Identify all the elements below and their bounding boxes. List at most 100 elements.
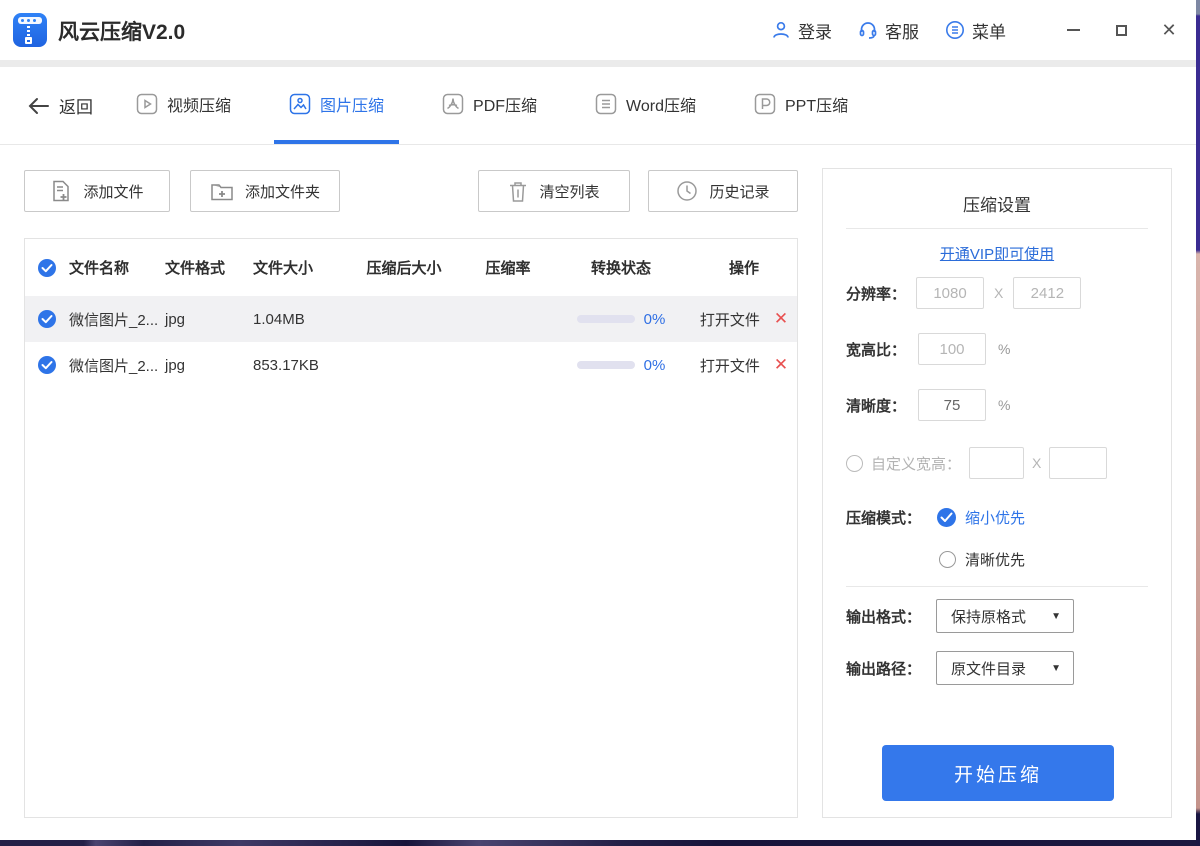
- file-name: 微信图片_2...: [69, 309, 165, 330]
- row-checkbox[interactable]: [37, 309, 57, 329]
- pdf-icon: [442, 93, 464, 115]
- customer-service-button[interactable]: 客服: [858, 18, 919, 43]
- add-folder-button[interactable]: 添加文件夹: [190, 170, 340, 212]
- compression-settings-panel: 压缩设置 开通VIP即可使用 分辨率： X 宽高比： % 清晰度： % 自定义宽…: [822, 168, 1172, 818]
- table-header-row: 文件名称 文件格式 文件大小 压缩后大小 压缩率 转换状态 操作: [25, 239, 797, 296]
- custom-width-input[interactable]: [969, 447, 1024, 479]
- tab-video-compress[interactable]: 视频压缩: [121, 67, 246, 144]
- output-path-label: 输出路径：: [846, 658, 921, 679]
- file-status: 0%: [551, 357, 691, 374]
- radio-checked-icon: [937, 508, 956, 527]
- menu-icon: [945, 20, 965, 40]
- output-path-row: 输出路径： 原文件目录 ▼: [846, 652, 1153, 684]
- aspect-ratio-input[interactable]: [918, 333, 986, 365]
- file-actions: 打开文件 ✕: [691, 355, 797, 376]
- mode-option-shrink[interactable]: 缩小优先: [937, 507, 1025, 528]
- add-file-icon: [50, 179, 72, 203]
- delete-icon[interactable]: ✕: [774, 309, 788, 329]
- output-format-dropdown[interactable]: 保持原格式 ▼: [936, 599, 1074, 633]
- mode-row: 压缩模式： 缩小优先: [846, 501, 1153, 533]
- menu-button[interactable]: 菜单: [945, 18, 1006, 43]
- col-header-format: 文件格式: [165, 257, 253, 278]
- app-logo-icon: [13, 13, 47, 47]
- col-header-status: 转换状态: [591, 257, 651, 278]
- col-header-rate: 压缩率: [485, 257, 530, 278]
- delete-icon[interactable]: ✕: [774, 355, 788, 375]
- settings-title: 压缩设置: [823, 191, 1171, 216]
- file-size: 1.04MB: [253, 311, 343, 328]
- mode-row-2: 清晰优先: [846, 543, 1153, 575]
- app-title: 风云压缩V2.0: [58, 16, 185, 46]
- tab-bar: 返回 视频压缩 图片压缩: [0, 67, 1196, 145]
- table-row[interactable]: 微信图片_2... jpg 1.04MB 0% 打开文件 ✕: [25, 296, 797, 342]
- mode-option-clarity[interactable]: 清晰优先: [939, 549, 1025, 570]
- background-window-sliver: [1196, 0, 1200, 846]
- vip-link[interactable]: 开通VIP即可使用: [823, 243, 1171, 264]
- tab-ppt-compress[interactable]: PPT压缩: [739, 67, 863, 144]
- file-format: jpg: [165, 311, 253, 328]
- tab-image-compress[interactable]: 图片压缩: [274, 67, 399, 144]
- output-path-value: 原文件目录: [951, 658, 1026, 679]
- file-actions: 打开文件 ✕: [691, 309, 797, 330]
- tab-word-compress[interactable]: Word压缩: [580, 67, 711, 144]
- aspect-ratio-row: 宽高比： %: [846, 333, 1153, 365]
- clarity-percent-sign: %: [998, 397, 1010, 413]
- login-button[interactable]: 登录: [771, 18, 832, 43]
- resolution-row: 分辨率： X: [846, 277, 1153, 309]
- maximize-button[interactable]: [1112, 21, 1130, 39]
- custom-height-input[interactable]: [1049, 447, 1107, 479]
- add-file-button[interactable]: 添加文件: [24, 170, 170, 212]
- custom-x-separator: X: [1032, 455, 1041, 471]
- title-bar: 风云压缩V2.0 登录: [0, 0, 1196, 60]
- resolution-label: 分辨率：: [846, 283, 906, 304]
- back-arrow-icon: [28, 97, 50, 115]
- chevron-down-icon: ▼: [1051, 663, 1061, 674]
- table-row[interactable]: 微信图片_2... jpg 853.17KB 0% 打开文件 ✕: [25, 342, 797, 388]
- clarity-label: 清晰度：: [846, 395, 906, 416]
- col-header-name: 文件名称: [69, 257, 165, 278]
- progress-percent: 0%: [644, 357, 666, 374]
- divider: [846, 228, 1148, 229]
- chevron-down-icon: ▼: [1051, 611, 1061, 622]
- minimize-button[interactable]: [1064, 21, 1082, 39]
- mode-label: 压缩模式：: [846, 507, 921, 528]
- resolution-x-separator: X: [994, 285, 1003, 301]
- app-window: 风云压缩V2.0 登录: [0, 0, 1196, 840]
- progress-bar: [577, 315, 635, 323]
- file-size: 853.17KB: [253, 357, 343, 374]
- radio-unchecked-icon: [939, 551, 956, 568]
- open-file-link[interactable]: 打开文件: [700, 355, 760, 376]
- headset-icon: [858, 20, 878, 40]
- video-icon: [136, 93, 158, 115]
- file-status: 0%: [551, 311, 691, 328]
- output-format-label: 输出格式：: [846, 606, 921, 627]
- back-button[interactable]: 返回: [28, 67, 93, 144]
- open-file-link[interactable]: 打开文件: [700, 309, 760, 330]
- resolution-height-input[interactable]: [1013, 277, 1081, 309]
- select-all-checkbox[interactable]: [37, 258, 57, 278]
- row-checkbox[interactable]: [37, 355, 57, 375]
- aspect-percent-sign: %: [998, 341, 1010, 357]
- aspect-ratio-label: 宽高比：: [846, 339, 906, 360]
- custom-size-radio[interactable]: [846, 455, 863, 472]
- titlebar-divider: [0, 60, 1196, 67]
- trash-icon: [508, 180, 528, 203]
- file-format: jpg: [165, 357, 253, 374]
- resolution-width-input[interactable]: [916, 277, 984, 309]
- image-icon: [289, 93, 311, 115]
- word-doc-icon: [595, 93, 617, 115]
- clear-list-button[interactable]: 清空列表: [478, 170, 630, 212]
- clarity-input[interactable]: [918, 389, 986, 421]
- history-button[interactable]: 历史记录: [648, 170, 798, 212]
- output-path-dropdown[interactable]: 原文件目录 ▼: [936, 651, 1074, 685]
- taskbar-sliver: [0, 840, 1196, 846]
- clarity-row: 清晰度： %: [846, 389, 1153, 421]
- close-button[interactable]: ✕: [1160, 21, 1178, 39]
- custom-size-label: 自定义宽高：: [871, 453, 961, 474]
- divider: [846, 586, 1148, 587]
- progress-bar: [577, 361, 635, 369]
- col-header-action: 操作: [729, 257, 759, 278]
- start-compress-button[interactable]: 开始压缩: [882, 745, 1114, 801]
- tab-pdf-compress[interactable]: PDF压缩: [427, 67, 552, 144]
- custom-size-row: 自定义宽高： X: [846, 447, 1153, 479]
